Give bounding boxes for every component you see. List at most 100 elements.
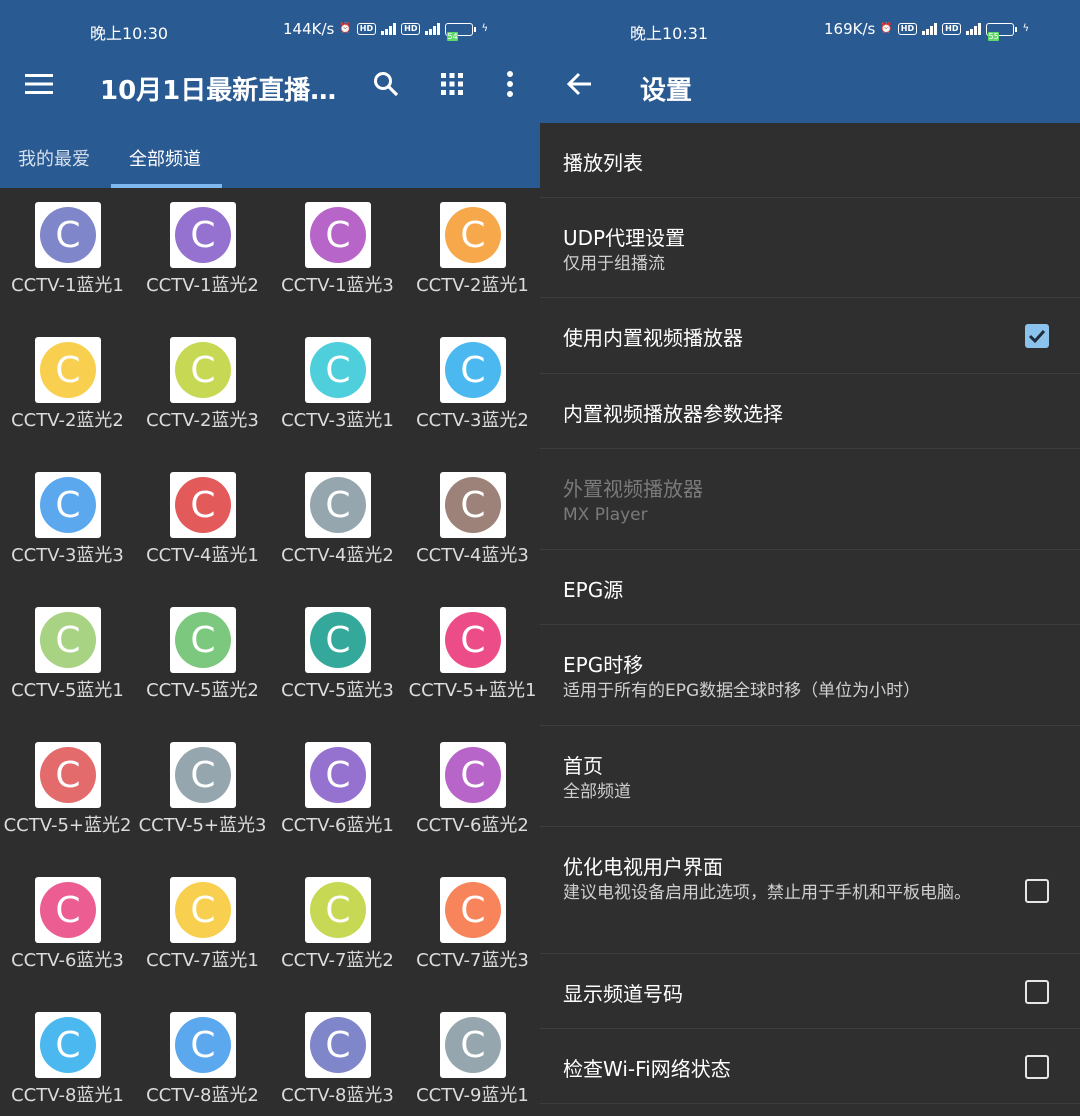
channel-logo: C	[35, 337, 101, 403]
channel-item[interactable]: C CCTV-9蓝光1	[405, 998, 540, 1116]
tab-bar: 我的最爱 全部频道	[0, 124, 540, 188]
channel-item[interactable]: C CCTV-4蓝光1	[135, 458, 270, 593]
channel-item[interactable]: C CCTV-2蓝光1	[405, 188, 540, 323]
channel-item[interactable]: C CCTV-1蓝光2	[135, 188, 270, 323]
tab-favorites[interactable]: 我的最爱	[18, 145, 90, 171]
channel-name: CCTV-1蓝光1	[11, 275, 124, 296]
battery-level: 54	[447, 31, 458, 41]
channel-item[interactable]: C CCTV-4蓝光3	[405, 458, 540, 593]
tab-all-channels[interactable]: 全部频道	[129, 145, 201, 171]
channel-item[interactable]: C CCTV-6蓝光1	[270, 728, 405, 863]
channel-logo: C	[440, 202, 506, 268]
channel-letter-avatar: C	[445, 612, 501, 668]
setting-row[interactable]: 优化电视用户界面 建议电视设备启用此选项，禁止用于手机和平板电脑。	[540, 827, 1080, 954]
menu-icon[interactable]	[22, 67, 56, 101]
channel-letter-avatar: C	[310, 342, 366, 398]
app-bar: 设置	[540, 46, 1080, 123]
channel-logo: C	[170, 1012, 236, 1078]
channel-item[interactable]: C CCTV-3蓝光2	[405, 323, 540, 458]
alarm-icon: ⏰	[339, 23, 352, 34]
status-indicators: 144K/s ⏰ HD HD 54 ϟ	[283, 20, 488, 41]
channel-letter-avatar: C	[445, 1017, 501, 1073]
setting-row[interactable]: 显示频道号码	[540, 954, 1080, 1029]
grid-view-icon[interactable]	[435, 67, 469, 101]
channel-name: CCTV-5蓝光3	[281, 680, 394, 701]
channel-logo: C	[305, 1012, 371, 1078]
channel-name: CCTV-7蓝光3	[416, 950, 529, 971]
channel-item[interactable]: C CCTV-5+蓝光3	[135, 728, 270, 863]
channel-name: CCTV-3蓝光3	[11, 545, 124, 566]
setting-title: EPG源	[563, 578, 624, 602]
channel-letter-avatar: C	[40, 747, 96, 803]
channel-item[interactable]: C CCTV-1蓝光1	[0, 188, 135, 323]
setting-row[interactable]: 使用内置视频播放器	[540, 298, 1080, 374]
page-title: 设置	[640, 76, 693, 106]
channel-item[interactable]: C CCTV-8蓝光3	[270, 998, 405, 1116]
channel-item[interactable]: C CCTV-2蓝光3	[135, 323, 270, 458]
setting-row[interactable]: 首页 全部频道	[540, 726, 1080, 827]
checkbox-unchecked[interactable]	[1025, 1055, 1049, 1079]
channel-item[interactable]: C CCTV-8蓝光2	[135, 998, 270, 1116]
channel-item[interactable]: C CCTV-3蓝光1	[270, 323, 405, 458]
setting-row[interactable]: 内置视频播放器参数选择	[540, 374, 1080, 449]
channel-name: CCTV-8蓝光2	[146, 1085, 259, 1106]
channel-name: CCTV-6蓝光3	[11, 950, 124, 971]
channel-logo: C	[170, 877, 236, 943]
channel-letter-avatar: C	[175, 477, 231, 533]
channel-logo: C	[440, 877, 506, 943]
setting-title: 内置视频播放器参数选择	[563, 402, 783, 426]
setting-row[interactable]: EPG源	[540, 550, 1080, 625]
channel-item[interactable]: C CCTV-7蓝光3	[405, 863, 540, 998]
channel-logo: C	[35, 472, 101, 538]
channel-item[interactable]: C CCTV-5+蓝光1	[405, 593, 540, 728]
setting-row[interactable]: 检查Wi-Fi网络状态	[540, 1029, 1080, 1104]
channel-logo: C	[440, 742, 506, 808]
setting-title: 外置视频播放器	[563, 477, 703, 501]
arrow-back-icon[interactable]	[562, 67, 596, 101]
channel-item[interactable]: C CCTV-5蓝光1	[0, 593, 135, 728]
checkbox-checked[interactable]	[1025, 324, 1049, 348]
checkbox-unchecked[interactable]	[1025, 980, 1049, 1004]
setting-title: 检查Wi-Fi网络状态	[563, 1057, 731, 1081]
channel-item[interactable]: C CCTV-6蓝光2	[405, 728, 540, 863]
channel-name: CCTV-2蓝光3	[146, 410, 259, 431]
channel-letter-avatar: C	[310, 1017, 366, 1073]
channel-letter-avatar: C	[445, 207, 501, 263]
channel-name: CCTV-2蓝光2	[11, 410, 124, 431]
checkbox-unchecked[interactable]	[1025, 879, 1049, 903]
channel-logo: C	[170, 202, 236, 268]
setting-subtitle: 适用于所有的EPG数据全球时移（单位为小时）	[563, 681, 921, 701]
channel-name: CCTV-5+蓝光1	[408, 680, 537, 701]
channel-letter-avatar: C	[445, 882, 501, 938]
channel-item[interactable]: C CCTV-5蓝光3	[270, 593, 405, 728]
channel-item[interactable]: C CCTV-4蓝光2	[270, 458, 405, 593]
search-icon[interactable]	[369, 67, 403, 101]
channel-item[interactable]: C CCTV-7蓝光2	[270, 863, 405, 998]
channel-item[interactable]: C CCTV-5+蓝光2	[0, 728, 135, 863]
channel-item[interactable]: C CCTV-8蓝光1	[0, 998, 135, 1116]
setting-title: EPG时移	[563, 653, 644, 677]
channel-item[interactable]: C CCTV-2蓝光2	[0, 323, 135, 458]
channel-item[interactable]: C CCTV-3蓝光3	[0, 458, 135, 593]
channel-letter-avatar: C	[40, 612, 96, 668]
setting-subtitle: 仅用于组播流	[563, 254, 665, 274]
channel-item[interactable]: C CCTV-6蓝光3	[0, 863, 135, 998]
channel-name: CCTV-3蓝光2	[416, 410, 529, 431]
channel-name: CCTV-1蓝光2	[146, 275, 259, 296]
setting-row[interactable]: EPG时移适用于所有的EPG数据全球时移（单位为小时）	[540, 625, 1080, 726]
channel-item[interactable]: C CCTV-5蓝光2	[135, 593, 270, 728]
channel-letter-avatar: C	[175, 342, 231, 398]
channel-name: CCTV-4蓝光3	[416, 545, 529, 566]
setting-title: 优化电视用户界面	[563, 855, 723, 879]
channel-letter-avatar: C	[310, 612, 366, 668]
channel-item[interactable]: C CCTV-7蓝光1	[135, 863, 270, 998]
setting-row[interactable]: 播放列表	[540, 123, 1080, 198]
channel-letter-avatar: C	[445, 477, 501, 533]
setting-title: UDP代理设置	[563, 226, 686, 250]
channel-letter-avatar: C	[310, 747, 366, 803]
channel-item[interactable]: C CCTV-1蓝光3	[270, 188, 405, 323]
battery-level: 55	[988, 31, 999, 41]
channel-name: CCTV-9蓝光1	[416, 1085, 529, 1106]
more-vert-icon[interactable]	[493, 67, 527, 101]
setting-row[interactable]: UDP代理设置仅用于组播流	[540, 198, 1080, 298]
